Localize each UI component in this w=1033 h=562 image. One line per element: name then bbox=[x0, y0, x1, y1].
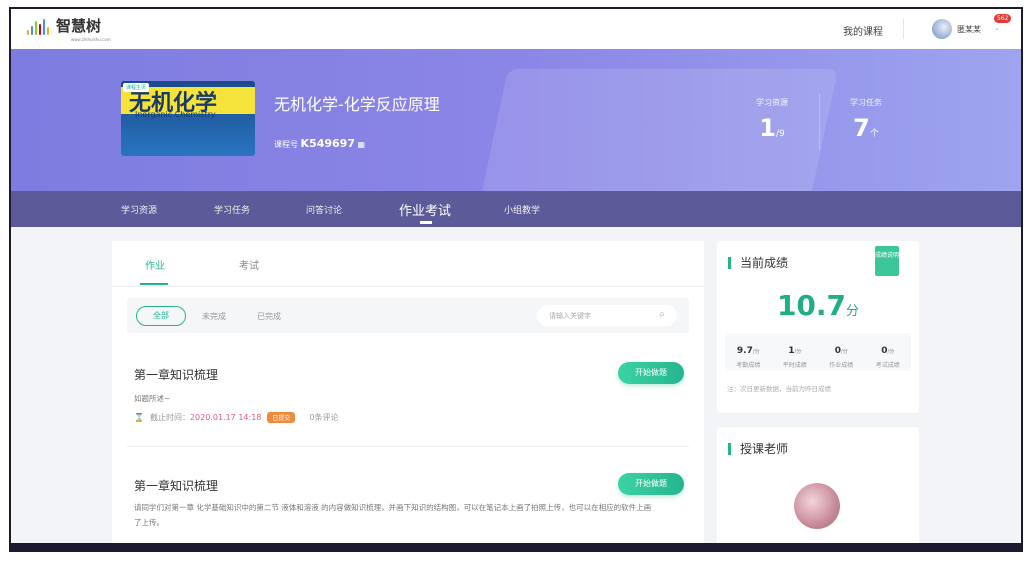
top-header: 智慧树 www.zhihuishu.com 我的课程 匿某某 562 ⌄ bbox=[11, 9, 1021, 49]
grade-breakdown: 9.7/分 考勤成绩 1/分 平时成绩 0/分 作业成绩 0/分 考试成绩 bbox=[725, 333, 911, 371]
tab-homework[interactable]: 作业 bbox=[145, 257, 165, 272]
cover-subtitle: Inorganic Chemistry bbox=[135, 110, 216, 119]
stat-value: 1 bbox=[759, 114, 776, 142]
nav-group-teaching[interactable]: 小组教学 bbox=[504, 203, 540, 216]
divider bbox=[112, 286, 704, 287]
logo-url: www.zhihuishu.com bbox=[71, 37, 111, 42]
stat-label: 学习资源 bbox=[756, 98, 788, 107]
tab-indicator bbox=[140, 283, 168, 285]
search-icon[interactable]: ⌕ bbox=[659, 309, 665, 320]
assignment-title[interactable]: 第一章知识梳理 bbox=[134, 477, 684, 494]
filter-bar: 全部 未完成 已完成 请输入关键字 ⌕ bbox=[127, 298, 689, 333]
start-button[interactable]: 开始做题 bbox=[618, 362, 684, 384]
assignment-desc: 请同学们对第一章 化学基础知识中的第二节 液体和溶液 的内容做知识梳理，并画下知… bbox=[134, 503, 652, 527]
course-title: 无机化学-化学反应原理 bbox=[274, 95, 440, 114]
teacher-card: 授课老师 bbox=[717, 427, 919, 543]
total-score: 10.7分 bbox=[717, 289, 919, 322]
nav-qa[interactable]: 问答讨论 bbox=[306, 203, 342, 216]
qrcode-icon[interactable]: ▦ bbox=[358, 140, 366, 149]
grade-label: 考勤成绩 bbox=[736, 362, 761, 369]
comment-count[interactable]: 0条评论 bbox=[309, 412, 338, 423]
grade-note: 注：次日更新数据，当前为昨日成绩 bbox=[727, 385, 831, 393]
grade-label: 平时成绩 bbox=[782, 362, 807, 369]
grade-label: 作业成绩 bbox=[829, 362, 854, 369]
nav-tasks[interactable]: 学习任务 bbox=[214, 203, 250, 216]
course-id: 课程号 K549697 ▦ bbox=[274, 137, 365, 150]
tab-exams[interactable]: 考试 bbox=[239, 257, 259, 272]
stat-value: 7 bbox=[853, 114, 870, 142]
stat-unit: 个 bbox=[869, 129, 879, 139]
score-value: 10.7 bbox=[776, 289, 847, 322]
course-id-value: K549697 bbox=[300, 137, 355, 150]
homework-panel: 作业 考试 全部 未完成 已完成 请输入关键字 ⌕ 第一章知识梳理 如题所述~ … bbox=[112, 241, 704, 543]
assignment-title[interactable]: 第一章知识梳理 bbox=[134, 366, 684, 383]
grade-item: 0/分 考试成绩 bbox=[865, 333, 912, 371]
filter-complete[interactable]: 已完成 bbox=[257, 311, 281, 322]
clock-icon: ⌛ bbox=[134, 413, 144, 422]
deadline-label: 截止时间： bbox=[149, 413, 190, 422]
grades-card: 当前成绩 成绩说明 10.7分 9.7/分 考勤成绩 1/分 平时成绩 0/分 作业成… bbox=[717, 241, 919, 413]
course-id-label: 课程号 bbox=[274, 140, 298, 149]
card-title: 授课老师 bbox=[728, 443, 788, 455]
assignment-item[interactable]: 第一章知识梳理 如题所述~ ⌛ 截止时间： 2020.01.17 14:18 已… bbox=[134, 362, 684, 423]
user-avatar[interactable] bbox=[932, 19, 952, 39]
browser-frame: 智慧树 www.zhihuishu.com 我的课程 匿某某 562 ⌄ 无机化… bbox=[9, 7, 1023, 552]
search-placeholder: 请输入关键字 bbox=[549, 312, 591, 320]
deadline-value: 2020.01.17 14:18 bbox=[189, 413, 262, 422]
stat-unit: /9 bbox=[775, 129, 785, 139]
my-courses-link[interactable]: 我的课程 bbox=[843, 23, 883, 38]
course-home-link[interactable]: 课程主页 bbox=[123, 83, 150, 92]
stat-tasks: 学习任务 7个 bbox=[850, 97, 882, 142]
nav-resources[interactable]: 学习资源 bbox=[121, 203, 157, 216]
status-badge: 已提交 bbox=[267, 412, 296, 423]
grade-item: 9.7/分考勤成绩 bbox=[725, 333, 772, 371]
assignment-desc: 如题所述~ bbox=[134, 394, 171, 403]
grade-value: 9.7 bbox=[736, 346, 753, 356]
nav-homework-exams[interactable]: 作业考试 bbox=[399, 200, 451, 219]
notification-badge[interactable]: 562 bbox=[994, 14, 1012, 23]
filter-all[interactable]: 全部 bbox=[136, 306, 186, 326]
logo-text: 智慧树 bbox=[56, 17, 102, 35]
logo[interactable]: 智慧树 www.zhihuishu.com bbox=[27, 17, 111, 42]
course-banner: 无机化学 Inorganic Chemistry 课程主页 无机化学-化学反应原… bbox=[11, 49, 1021, 229]
course-nav: 学习资源 学习任务 问答讨论 作业考试 小组教学 bbox=[11, 191, 1021, 227]
stat-label: 学习任务 bbox=[850, 98, 882, 107]
grade-item: 0/分 作业成绩 bbox=[818, 333, 865, 371]
grade-label: 考试成绩 bbox=[875, 362, 900, 369]
username[interactable]: 匿某某 bbox=[957, 24, 981, 35]
search-input[interactable]: 请输入关键字 ⌕ bbox=[537, 305, 677, 326]
grade-item: 1/分 平时成绩 bbox=[772, 333, 819, 371]
start-button[interactable]: 开始做题 bbox=[618, 473, 684, 495]
grade-unit: /分 bbox=[887, 349, 895, 355]
divider bbox=[127, 446, 689, 447]
active-indicator bbox=[420, 221, 432, 224]
divider bbox=[903, 19, 904, 39]
assignment-item[interactable]: 第一章知识梳理 请同学们对第一章 化学基础知识中的第二节 液体和溶液 的内容做知… bbox=[134, 473, 684, 530]
grade-unit: /分 bbox=[794, 349, 802, 355]
divider bbox=[819, 94, 820, 150]
card-title: 当前成绩 bbox=[728, 257, 788, 269]
filter-incomplete[interactable]: 未完成 bbox=[202, 311, 226, 322]
stat-resources: 学习资源 1/9 bbox=[756, 97, 788, 142]
course-cover[interactable]: 无机化学 Inorganic Chemistry 课程主页 bbox=[121, 81, 255, 156]
grade-unit: /分 bbox=[841, 349, 848, 355]
chevron-down-icon[interactable]: ⌄ bbox=[994, 24, 1000, 32]
grade-info-sticker[interactable]: 成绩说明 bbox=[875, 246, 899, 276]
teacher-avatar[interactable] bbox=[794, 483, 840, 529]
grade-unit: /分 bbox=[752, 349, 760, 355]
score-unit: 分 bbox=[846, 304, 860, 319]
